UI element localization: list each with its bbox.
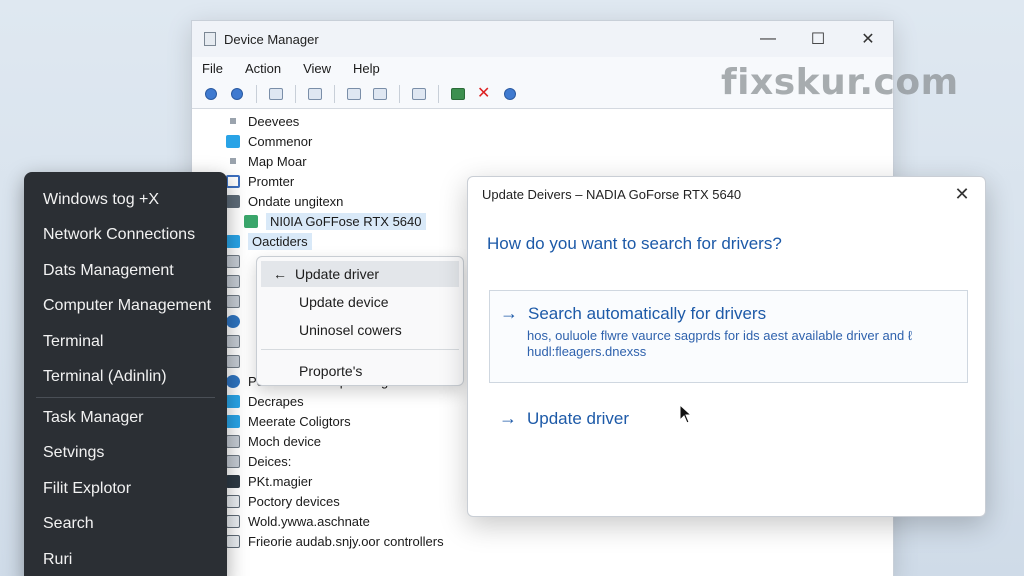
winx-separator [36,397,215,398]
update-driver-link[interactable]: → Update driver [499,408,629,429]
arrow-left-icon: ← [273,266,287,282]
window-title: Device Manager [224,31,319,47]
update-driver-label: Update driver [527,408,630,428]
menu-help[interactable]: Help [353,61,380,76]
menu-view[interactable]: View [303,61,331,76]
display-adapter-icon [226,194,240,208]
tree-item[interactable]: Frieorie audab.snjy.oor controllers [226,531,895,551]
disk-icon [226,254,240,268]
card-icon [226,494,240,508]
close-button[interactable]: ✕ [843,21,893,57]
view-button[interactable] [369,83,391,105]
card-icon [226,514,240,528]
winx-item-terminal[interactable]: Terminal [24,324,227,360]
disk-icon [226,454,240,468]
tree-item[interactable]: Commenor [226,131,895,151]
device-icon [226,394,240,408]
winx-item-network-connections[interactable]: Network Connections [24,218,227,254]
option-description: hos, ouluole flwre vaurce sagprds for id… [527,328,913,359]
winx-item-task-manager[interactable]: Task Manager [24,400,227,436]
back-icon [205,87,217,100]
update-driver-button[interactable] [447,83,469,105]
option-title: Search automatically for drivers [528,303,767,323]
dialog-question: How do you want to search for drivers? [487,234,782,253]
context-menu: ← Update driver Update device Uninosel co… [256,256,464,386]
minimize-button[interactable]: — [743,21,793,57]
help-icon [347,87,361,100]
arrow-right-icon: → [499,408,517,428]
tree-item[interactable]: Map Moar [226,151,895,171]
maximize-button[interactable]: ☐ [793,21,843,57]
card-icon [226,534,240,548]
update-driver-icon [451,87,465,100]
dialog-close-button[interactable]: ✕ [951,183,973,205]
disk-icon [226,294,240,308]
dialog-title: Update Deivers – NADIA GoForse RTX 5640 [482,187,742,202]
menu-action[interactable]: Action [245,61,281,76]
monitor-icon [412,87,426,100]
toolbar-separator [256,84,257,103]
forward-button[interactable] [226,83,248,105]
device-manager-icon [204,32,216,46]
ctx-update-driver[interactable]: ← Update driver [261,261,459,287]
winx-item-settings[interactable]: Setvings [24,436,227,472]
bullet-icon [230,118,236,124]
mouse-cursor-icon [679,404,693,424]
titlebar: Device Manager — ☐ ✕ [192,21,893,57]
winx-menu: Windows tog +X Network Connections Dats … [24,172,227,576]
show-hide-tree-button[interactable] [265,83,287,105]
menu-file[interactable]: File [202,61,223,76]
winx-item-file-explorer[interactable]: Filit Explotor [24,471,227,507]
close-icon: ✕ [954,183,970,204]
chip-icon [226,474,240,488]
arrow-right-icon: → [500,303,518,323]
properties-button[interactable] [304,83,326,105]
toolbar-separator [334,84,335,103]
tree-icon [269,87,283,100]
ctx-properties[interactable]: Proporte's [261,358,459,384]
disk-icon [226,434,240,448]
winx-item-disk-management[interactable]: Dats Management [24,253,227,289]
download-button[interactable] [499,83,521,105]
ctx-update-device[interactable]: Update device [261,289,459,315]
disk-icon [226,334,240,348]
back-button[interactable] [200,83,222,105]
disk-icon [226,274,240,288]
device-icon [226,234,240,248]
toolbar-separator [295,84,296,103]
toolbar-separator [399,84,400,103]
bullet-icon [230,158,236,164]
x-icon: ✕ [477,84,491,102]
winx-item[interactable]: Windows tog +X [24,182,227,218]
monitor-icon [226,174,240,188]
winx-item-run[interactable]: Ruri [24,542,227,576]
globe-icon [226,374,240,388]
forward-icon [231,87,243,100]
toolbar-separator [438,84,439,103]
watermark: fixskur.com [721,62,959,103]
device-icon [226,134,240,148]
help-button[interactable] [343,83,365,105]
search-automatically-option[interactable]: → Search automatically for drivers hos, … [489,290,968,383]
scan-hardware-button[interactable] [408,83,430,105]
device-icon [226,414,240,428]
download-icon [504,87,516,100]
ctx-separator [261,349,459,350]
winx-item-search[interactable]: Search [24,507,227,543]
graphics-card-icon [244,214,258,228]
tree-item[interactable]: Deevees [226,111,895,131]
globe-icon [226,314,240,328]
view-icon [373,87,387,100]
uninstall-button[interactable]: ✕ [473,83,495,105]
properties-icon [308,87,322,100]
disk-icon [226,354,240,368]
winx-item-computer-management[interactable]: Computer Management [24,289,227,325]
update-drivers-dialog: Update Deivers – NADIA GoForse RTX 5640 … [467,176,986,517]
ctx-uninstall-device[interactable]: Uninosel cowers [261,317,459,343]
winx-item-terminal-admin[interactable]: Terminal (Adinlin) [24,360,227,396]
